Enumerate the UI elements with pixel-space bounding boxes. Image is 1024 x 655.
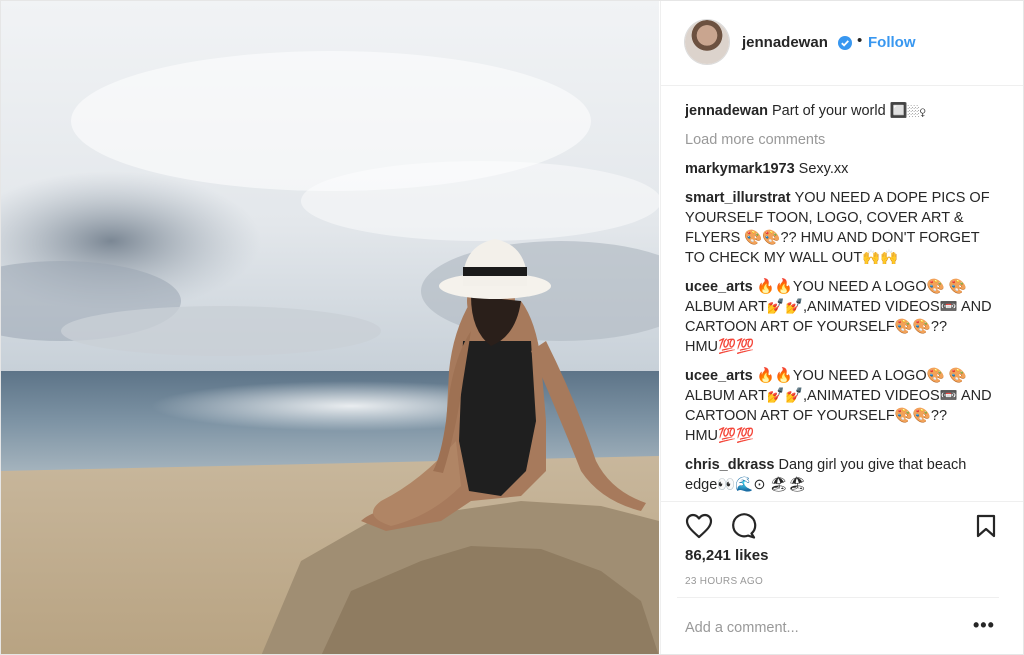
- caption-username[interactable]: jennadewan: [685, 103, 768, 119]
- comment-icon[interactable]: [729, 513, 757, 539]
- add-comment-bar: •••: [677, 597, 999, 654]
- comment-item: ucee_arts 🔥🔥YOU NEED A LOGO🎨 🎨ALBUM ART💅💅…: [685, 277, 1001, 357]
- author-username[interactable]: jennadewan: [742, 34, 828, 51]
- caption: jennadewan Part of your world 🔲🏼‍♀: [685, 101, 1001, 121]
- caption-suffix: 🏼‍♀: [907, 104, 926, 118]
- comments-list: jennadewan Part of your world 🔲🏼‍♀ Load m…: [685, 101, 1001, 499]
- comment-username[interactable]: smart_illurstrat: [685, 190, 791, 206]
- comment-username[interactable]: ucee_arts: [685, 368, 753, 384]
- post-header: jennadewan • Follow: [661, 1, 1023, 86]
- bookmark-icon[interactable]: [975, 514, 997, 538]
- beach-photo-illustration: [1, 1, 659, 654]
- comment-input[interactable]: [685, 616, 955, 640]
- heart-icon[interactable]: [685, 513, 713, 539]
- verified-badge-icon: [838, 36, 852, 50]
- more-options-icon[interactable]: •••: [973, 616, 995, 634]
- caption-text: Part of your world 🔲: [772, 103, 908, 119]
- header-separator: •: [857, 32, 863, 49]
- comment-item: markymark1973 Sexy.xx: [685, 159, 1001, 179]
- comment-username[interactable]: markymark1973: [685, 161, 795, 177]
- load-more-comments-link[interactable]: Load more comments: [685, 130, 1001, 150]
- comment-item: smart_illurstrat YOU NEED A DOPE PICS OF …: [685, 188, 1001, 268]
- comment-item: ucee_arts 🔥🔥YOU NEED A LOGO🎨 🎨ALBUM ART💅💅…: [685, 366, 1001, 446]
- comment-username[interactable]: chris_dkrass: [685, 457, 774, 473]
- instagram-post-window: jennadewan • Follow jennadewan Part of yo…: [0, 0, 1024, 655]
- comment-text: Sexy.xx: [798, 161, 849, 177]
- comment-item: chris_dkrass Dang girl you give that beac…: [685, 455, 1001, 495]
- post-side-panel: jennadewan • Follow jennadewan Part of yo…: [660, 1, 1023, 654]
- avatar[interactable]: [685, 20, 729, 64]
- post-photo[interactable]: [1, 1, 659, 654]
- comment-username[interactable]: ucee_arts: [685, 279, 753, 295]
- likes-count[interactable]: 86,241 likes: [685, 547, 768, 564]
- follow-button[interactable]: Follow: [868, 34, 916, 51]
- post-timestamp[interactable]: 23 HOURS AGO: [685, 576, 763, 587]
